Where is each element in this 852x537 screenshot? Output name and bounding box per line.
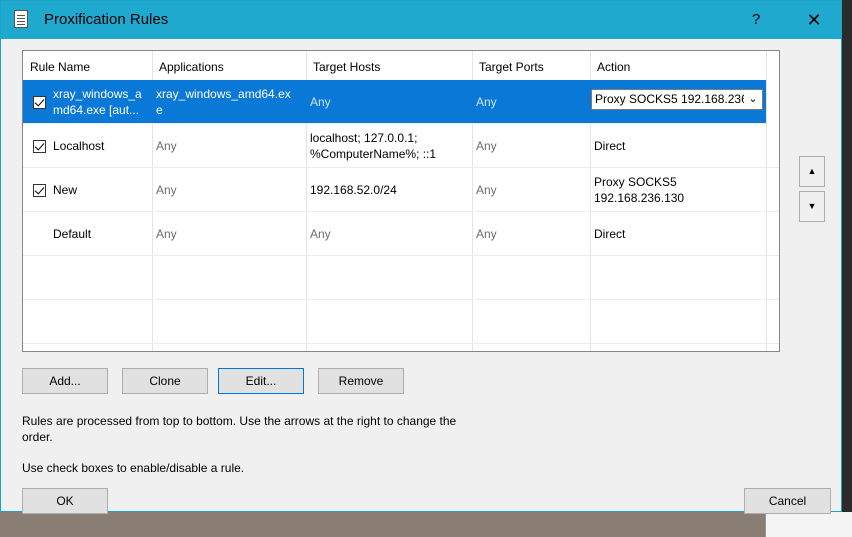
- rule-name-line: xray_windows_a: [53, 87, 142, 101]
- action-line: 192.168.236.130: [594, 191, 685, 205]
- remove-button[interactable]: Remove: [318, 368, 404, 394]
- target-hosts-line: localhost; 127.0.0.1;: [310, 131, 418, 145]
- column-header-rule-name[interactable]: Rule Name: [23, 51, 152, 79]
- action-cell: Proxy SOCKS5 192.168.236.130: [590, 168, 766, 212]
- title-bar[interactable]: Proxification Rules ? ✕: [1, 1, 841, 39]
- rule-name-cell: Localhost: [23, 124, 152, 168]
- action-dropdown-value: Proxy SOCKS5 192.168.236.130: [595, 92, 763, 106]
- action-line: Proxy SOCKS5: [594, 175, 677, 189]
- table-row-localhost[interactable]: Localhost Any localhost; 127.0.0.1; %Com…: [23, 124, 779, 168]
- rules-document-icon: [14, 10, 28, 28]
- applications-cell: Any: [156, 183, 177, 197]
- target-ports-cell: Any: [476, 183, 497, 197]
- table-row-new[interactable]: New Any 192.168.52.0/24 Any Proxy SOCKS5…: [23, 168, 779, 212]
- background-panel: [765, 512, 852, 537]
- arrow-up-icon: ▲: [807, 166, 817, 176]
- rule-name-cell: New: [23, 168, 152, 212]
- move-down-button[interactable]: ▼: [799, 191, 825, 222]
- target-hosts-cell: localhost; 127.0.0.1; %ComputerName%; ::…: [306, 124, 472, 168]
- arrow-down-icon: ▼: [807, 201, 817, 211]
- background-window-edge: [842, 0, 852, 537]
- applications-cell: xray_windows_amd64.ex e: [152, 80, 306, 124]
- table-row-xray[interactable]: xray_windows_a md64.exe [aut... xray_win…: [23, 80, 766, 124]
- applications-line: xray_windows_amd64.ex: [156, 87, 291, 101]
- action-cell: Direct: [594, 227, 626, 241]
- column-header-action[interactable]: Action: [590, 51, 766, 79]
- action-cell: Proxy SOCKS5 192.168.236.130 ⌄: [590, 80, 766, 124]
- column-header-target-hosts[interactable]: Target Hosts: [306, 51, 472, 79]
- applications-cell: Any: [156, 227, 177, 241]
- clone-button[interactable]: Clone: [122, 368, 208, 394]
- action-dropdown[interactable]: Proxy SOCKS5 192.168.236.130 ⌄: [591, 89, 763, 110]
- instructions-line: Rules are processed from top to bottom. …: [22, 414, 457, 428]
- rule-name-line: md64.exe [aut...: [53, 103, 140, 117]
- table-header: Rule Name Applications Target Hosts Targ…: [23, 51, 779, 79]
- target-ports-cell: Any: [476, 95, 497, 109]
- empty-row: [23, 256, 779, 300]
- instructions-line: order.: [22, 430, 53, 444]
- enable-rule-checkbox[interactable]: [33, 139, 46, 153]
- applications-cell: Any: [156, 139, 177, 153]
- proxification-rules-dialog: Proxification Rules ? ✕ Rule Name Applic…: [0, 0, 842, 514]
- rule-name-text: Localhost: [53, 139, 105, 153]
- background-desktop: [0, 512, 852, 537]
- rules-table[interactable]: Rule Name Applications Target Hosts Targ…: [22, 50, 780, 352]
- rule-name-cell: xray_windows_a md64.exe [aut...: [23, 80, 152, 124]
- target-hosts-cell: Any: [310, 227, 331, 241]
- rule-name-cell: Default: [23, 212, 152, 256]
- move-up-button[interactable]: ▲: [799, 156, 825, 187]
- column-header-target-ports[interactable]: Target Ports: [472, 51, 590, 79]
- enable-rule-checkbox[interactable]: [33, 183, 46, 197]
- rule-name-text: xray_windows_a md64.exe [aut...: [53, 86, 142, 118]
- table-row-default[interactable]: Default Any Any Any Direct: [23, 212, 779, 256]
- target-ports-cell: Any: [476, 139, 497, 153]
- help-button[interactable]: ?: [741, 7, 771, 33]
- target-hosts-cell: 192.168.52.0/24: [310, 183, 397, 197]
- chevron-down-icon[interactable]: ⌄: [744, 90, 762, 109]
- checkbox-hint: Use check boxes to enable/disable a rule…: [22, 461, 245, 475]
- applications-line: e: [156, 103, 163, 117]
- cancel-button[interactable]: Cancel: [744, 488, 831, 514]
- dialog-title: Proxification Rules: [44, 11, 169, 28]
- rule-name-text: New: [53, 183, 78, 197]
- edit-button[interactable]: Edit...: [218, 368, 304, 394]
- column-header-applications[interactable]: Applications: [152, 51, 306, 79]
- target-hosts-cell: Any: [310, 95, 331, 109]
- close-button[interactable]: ✕: [797, 7, 831, 33]
- instructions-text: Rules are processed from top to bottom. …: [22, 413, 522, 445]
- target-ports-cell: Any: [476, 227, 497, 241]
- empty-row: [23, 300, 779, 344]
- rule-name-text: Default: [53, 227, 92, 241]
- ok-button[interactable]: OK: [22, 488, 108, 514]
- action-cell: Direct: [594, 139, 626, 153]
- add-button[interactable]: Add...: [22, 368, 108, 394]
- target-hosts-line: %ComputerName%; ::1: [310, 147, 437, 161]
- enable-rule-checkbox[interactable]: [33, 95, 46, 109]
